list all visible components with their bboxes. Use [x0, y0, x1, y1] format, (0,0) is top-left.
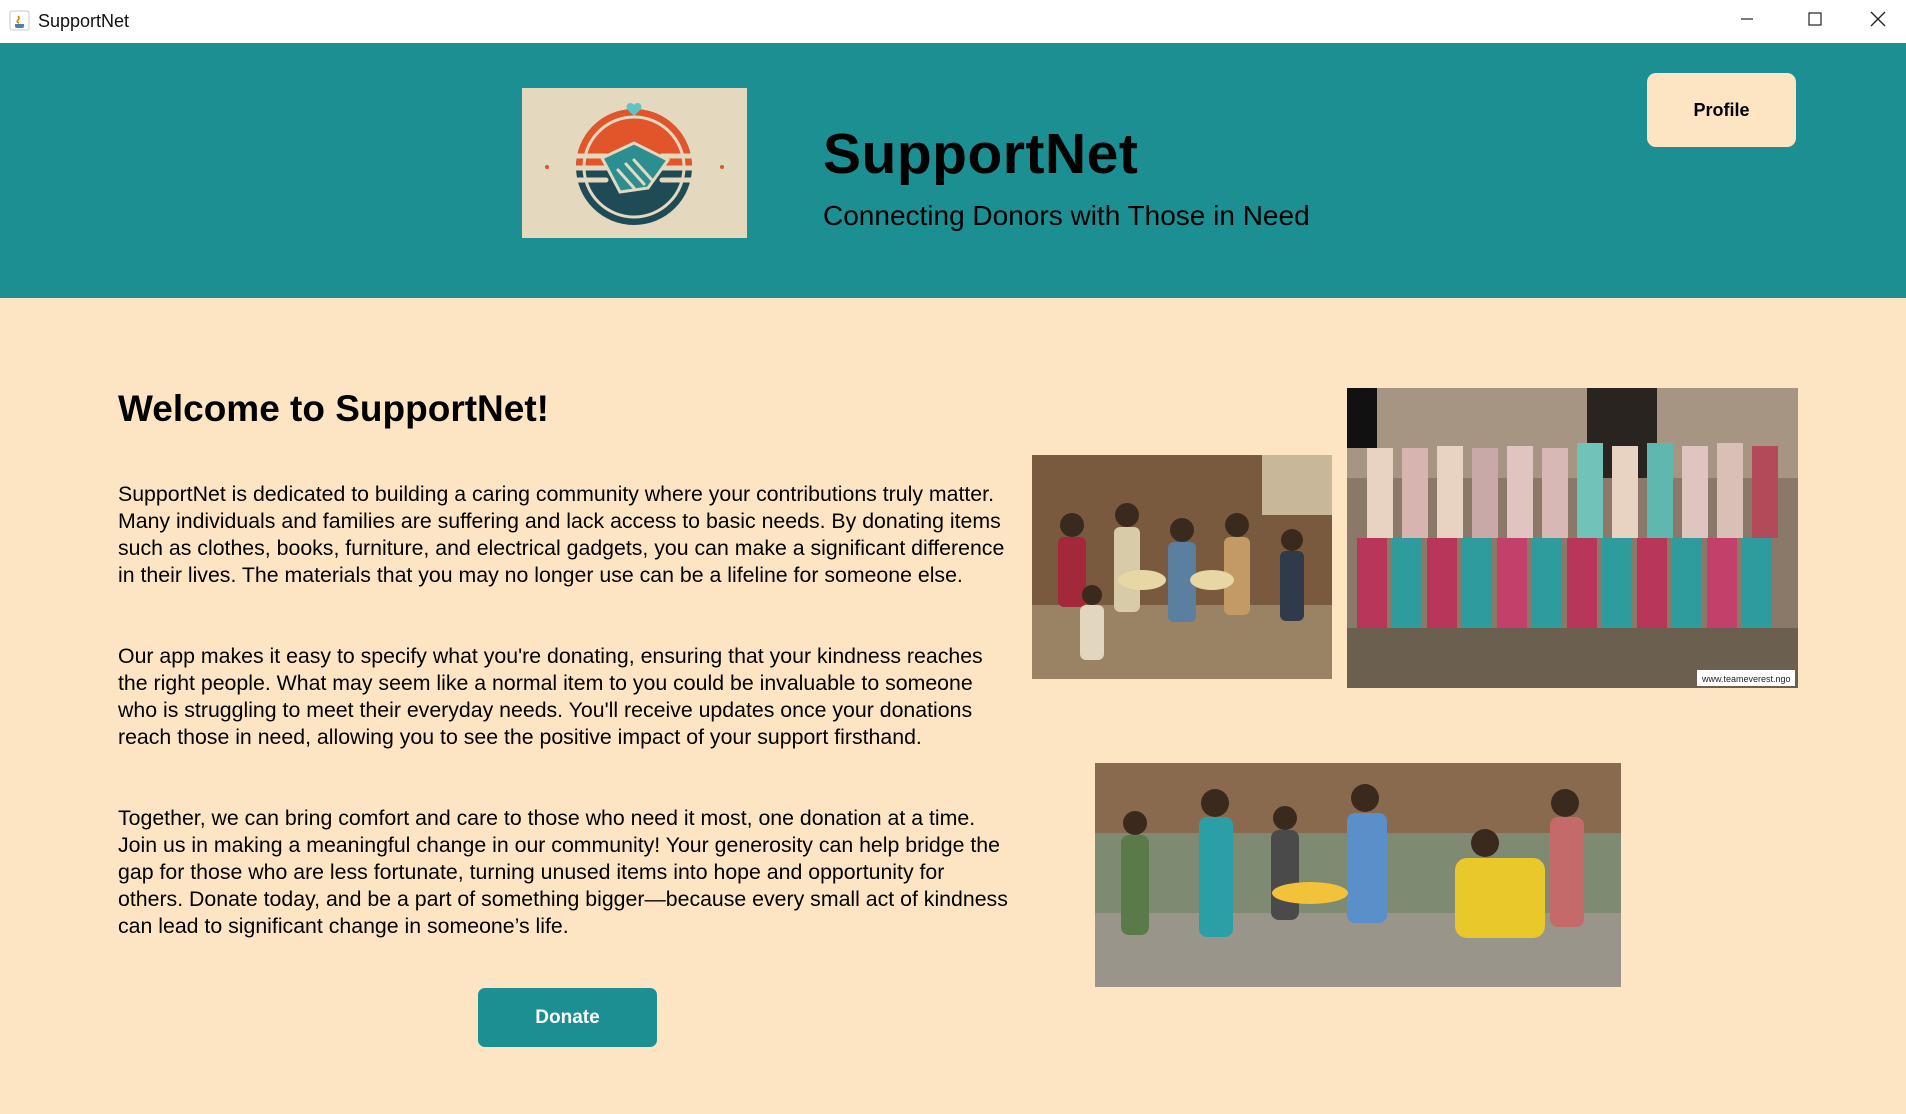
- window-title: SupportNet: [38, 11, 130, 31]
- minimize-button[interactable]: [1713, 0, 1781, 43]
- close-icon: [1870, 11, 1886, 32]
- minimize-icon: [1740, 12, 1754, 31]
- maximize-icon: [1808, 12, 1822, 31]
- handshake-heart-logo-icon: [522, 88, 747, 238]
- donation-distribution-photo: [1095, 763, 1621, 987]
- intro-paragraph-2: Our app makes it easy to specify what yo…: [118, 644, 983, 749]
- photo-watermark: www.teameverest.ngo: [1701, 674, 1791, 684]
- intro-paragraph-3: Together, we can bring comfort and care …: [118, 806, 1008, 938]
- app-window: SupportNet Connecting Donors with Those …: [0, 43, 1906, 1114]
- welcome-heading: Welcome to SupportNet!: [118, 388, 549, 429]
- students-group-photo: www.teameverest.ngo: [1347, 388, 1798, 688]
- profile-button[interactable]: Profile: [1647, 73, 1796, 147]
- java-app-icon: [9, 10, 30, 31]
- intro-paragraph-1: SupportNet is dedicated to building a ca…: [118, 482, 1005, 587]
- app-brand-title: SupportNet: [823, 122, 1139, 186]
- donate-button[interactable]: Donate: [478, 988, 657, 1047]
- window-title-bar: SupportNet: [0, 0, 1906, 44]
- app-header: SupportNet Connecting Donors with Those …: [0, 43, 1906, 298]
- close-button[interactable]: [1849, 0, 1906, 43]
- app-tagline: Connecting Donors with Those in Need: [823, 200, 1310, 231]
- children-receiving-food-photo: [1032, 455, 1332, 679]
- maximize-button[interactable]: [1781, 0, 1849, 43]
